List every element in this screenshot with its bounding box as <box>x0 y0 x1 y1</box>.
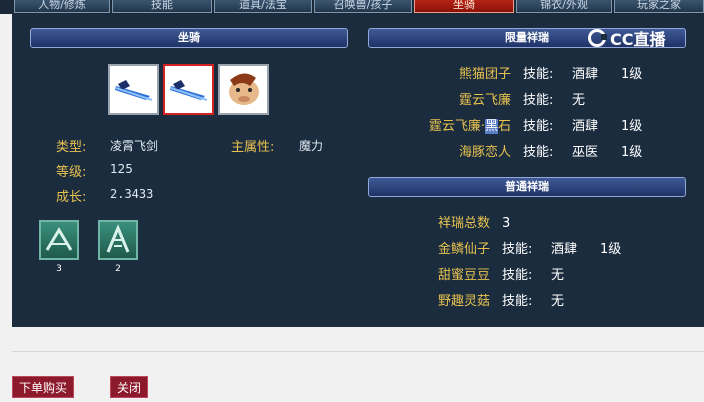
item-skill-label: 技能: <box>523 145 554 160</box>
mount-skill-2[interactable] <box>98 220 138 260</box>
tab-bar: 人物/修炼 技能 道具/法宝 召唤兽/孩子 坐骑 锦衣/外观 玩家之家 <box>0 0 704 14</box>
mount-slot-sword-2[interactable] <box>163 64 214 115</box>
growth-value: 2.3433 <box>110 187 154 201</box>
flying-sword-icon <box>110 66 157 113</box>
tab-summons[interactable]: 召唤兽/孩子 <box>314 0 412 13</box>
item-name: 金鳞仙子 <box>437 242 490 257</box>
item-name: 熊猫团子 <box>458 67 511 82</box>
attribute-value: 魔力 <box>299 139 324 153</box>
item-skill-label: 技能: <box>523 119 554 134</box>
limited-item: 霆云飞廉·黑石 技能: 酒肆 1级 <box>368 117 688 137</box>
mount-header: 坐骑 <box>30 28 348 48</box>
growth-label: 成长: <box>56 190 87 205</box>
mount-slot-horse[interactable] <box>218 64 269 115</box>
horse-icon <box>220 66 267 113</box>
buy-button[interactable]: 下单购买 <box>12 376 74 398</box>
item-name: 海豚恋人 <box>458 145 511 160</box>
limited-item: 海豚恋人 技能: 巫医 1级 <box>368 143 688 163</box>
item-skill-label: 技能: <box>523 67 554 82</box>
item-skill-label: 技能: <box>502 294 533 309</box>
mount-skill-1[interactable] <box>39 220 79 260</box>
item-name: 甜蜜豆豆 <box>437 268 490 283</box>
item-name-part: 石 <box>497 119 511 134</box>
mount-skill-1-count: 3 <box>56 264 62 274</box>
item-name: 霆云飞廉 <box>458 93 511 108</box>
tab-skills[interactable]: 技能 <box>112 0 212 13</box>
close-button[interactable]: 关闭 <box>110 376 148 398</box>
item-skill: 无 <box>551 268 565 283</box>
item-skill-label: 技能: <box>502 242 533 257</box>
item-name: 霆云飞廉·黑石 <box>429 117 511 137</box>
tab-character[interactable]: 人物/修炼 <box>14 0 110 13</box>
limited-item: 熊猫团子 技能: 酒肆 1级 <box>368 65 688 85</box>
item-level: 1级 <box>621 119 643 134</box>
item-skill: 无 <box>551 294 565 309</box>
normal-item: 野趣灵菇 技能: 无 <box>368 292 688 312</box>
item-name: 野趣灵菇 <box>437 294 490 309</box>
cc-live-watermark: CC直播 <box>588 27 688 49</box>
item-skill-label: 技能: <box>523 93 554 108</box>
divider <box>12 351 704 352</box>
item-skill-label: 技能: <box>502 268 533 283</box>
mount-skill-icon <box>106 224 130 253</box>
flying-sword-icon <box>165 66 212 113</box>
normal-item: 金鳞仙子 技能: 酒肆 1级 <box>368 240 688 260</box>
item-skill: 酒肆 <box>551 242 578 257</box>
item-skill: 酒肆 <box>572 119 599 134</box>
cc-logo-icon <box>588 29 607 47</box>
item-level: 1级 <box>600 242 622 257</box>
type-label: 类型: <box>56 140 87 155</box>
total-label: 祥瑞总数 <box>437 216 490 231</box>
watermark-text: CC直播 <box>610 30 666 49</box>
item-name-part: 霆云飞廉· <box>428 119 485 134</box>
item-level: 1级 <box>621 67 643 82</box>
mount-slot-sword-1[interactable] <box>108 64 159 115</box>
selected-text-highlight: 黑 <box>484 119 498 134</box>
tab-outfit[interactable]: 锦衣/外观 <box>516 0 612 13</box>
type-value: 凌霄飞剑 <box>110 139 159 153</box>
normal-total: 祥瑞总数 3 <box>368 214 688 234</box>
item-skill: 巫医 <box>572 145 599 160</box>
tab-home[interactable]: 玩家之家 <box>614 0 704 13</box>
item-level: 1级 <box>621 145 643 160</box>
attribute-label: 主属性: <box>231 140 275 155</box>
item-skill: 无 <box>572 93 586 108</box>
tab-items[interactable]: 道具/法宝 <box>214 0 312 13</box>
level-value: 125 <box>110 162 133 176</box>
mount-skill-icon <box>45 227 73 251</box>
tab-mount[interactable]: 坐骑 <box>414 0 514 13</box>
normal-item: 甜蜜豆豆 技能: 无 <box>368 266 688 286</box>
normal-header: 普通祥瑞 <box>368 177 686 197</box>
limited-item: 霆云飞廉 技能: 无 <box>368 91 688 111</box>
total-value: 3 <box>502 216 511 231</box>
mount-skill-2-count: 2 <box>115 264 121 274</box>
level-label: 等级: <box>56 165 87 180</box>
item-skill: 酒肆 <box>572 67 599 82</box>
